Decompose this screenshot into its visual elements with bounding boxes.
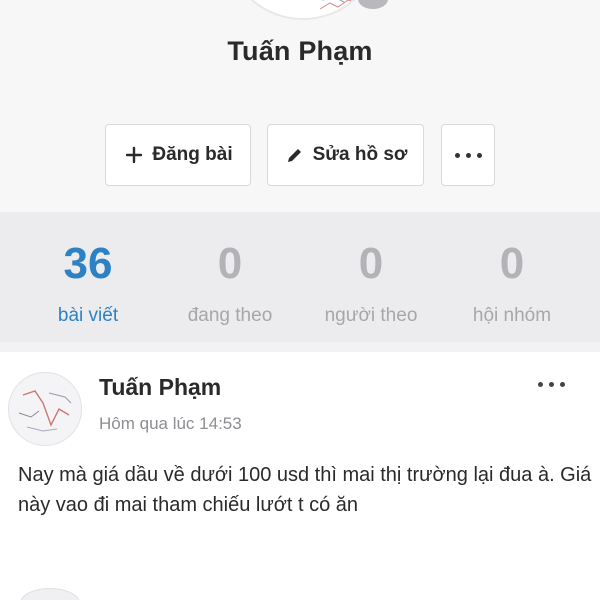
stat-following[interactable]: 0 đang theo: [155, 240, 305, 327]
profile-stats: 36 bài viết 0 đang theo 0 người theo 0 h…: [0, 212, 600, 342]
stat-value: 0: [358, 239, 384, 288]
create-post-label: Đăng bài: [152, 144, 233, 165]
post-author-avatar[interactable]: [8, 372, 82, 446]
profile-name: Tuấn Phạm: [227, 36, 373, 66]
stat-value: 0: [499, 239, 525, 288]
profile-header: Tuấn Phạm Đăng bài Sửa hồ sơ: [0, 0, 600, 212]
post-menu-icon[interactable]: [538, 382, 565, 387]
plus-icon: [123, 144, 145, 166]
edit-profile-button[interactable]: Sửa hồ sơ: [267, 124, 424, 186]
post-card: Tuấn Phạm Hôm qua lúc 14:53 Nay mà giá d…: [0, 352, 600, 600]
post-timestamp[interactable]: Hôm qua lúc 14:53: [99, 414, 242, 434]
create-post-button[interactable]: Đăng bài: [105, 124, 251, 186]
more-dots-icon: [454, 152, 482, 158]
next-post-avatar[interactable]: [20, 588, 80, 600]
edit-profile-label: Sửa hồ sơ: [312, 144, 408, 165]
post-body: Nay mà giá dầu về dưới 100 usd thì mai t…: [18, 464, 592, 516]
post-author-name[interactable]: Tuấn Phạm: [99, 374, 221, 401]
stat-followers[interactable]: 0 người theo: [296, 240, 446, 327]
pencil-icon: [284, 144, 306, 166]
stat-label: đang theo: [187, 305, 273, 326]
more-options-button[interactable]: [441, 124, 495, 186]
stat-value: 0: [217, 239, 243, 288]
stat-posts[interactable]: 36 bài viết: [13, 240, 163, 327]
stat-groups[interactable]: 0 hội nhóm: [437, 240, 587, 327]
avatar-sketch: [18, 390, 72, 432]
stat-label: hội nhóm: [472, 305, 552, 326]
stat-label: người theo: [324, 305, 418, 326]
stat-label: bài viết: [57, 305, 119, 326]
stat-value: 36: [63, 239, 113, 288]
